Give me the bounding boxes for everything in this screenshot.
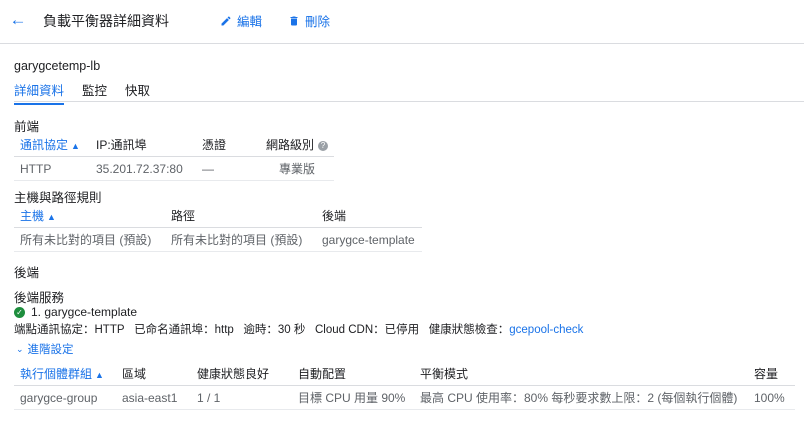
column-header-instance-group[interactable]: 執行個體群組 ▲ [14,363,116,386]
backend-services-title: 後端服務 [14,291,65,305]
chevron-down-icon: ⌄ [16,343,24,354]
sort-up-icon: ▲ [47,212,56,222]
meta-timeout: 逾時：30 秒 [243,324,306,336]
check-circle-icon: ✓ [14,306,25,318]
meta-cdn: Cloud CDN：已停用 [315,324,420,336]
delete-button[interactable]: 刪除 [288,11,330,30]
frontend-title: 前端 [14,120,40,134]
delete-label: 刪除 [305,15,331,29]
table-row: 所有未比對的項目 (預設) 所有未比對的項目 (預設) garygce-temp… [14,227,422,252]
cell-tier: 專業版 [260,156,335,181]
column-header-zone: 區域 [116,363,191,386]
cell-cert: — [196,156,260,181]
backend-service-name: 1. garygce-template [31,305,138,319]
cell-autoscale: 目標 CPU 用量 90% [292,385,414,410]
column-header-network-tier: 網路級別? [260,134,335,157]
cell-capacity: 100% [748,385,795,410]
column-header-host[interactable]: 主機 ▲ [14,205,165,228]
tabs-divider [14,101,804,102]
arrow-back-icon[interactable]: ← [8,10,28,30]
table-row: HTTP 35.201.72.37:80 — 專業版 [14,156,335,181]
cell-zone: asia-east1 [116,385,191,410]
edit-label: 編輯 [237,15,263,29]
rules-table: 主機 ▲ 路徑 後端 所有未比對的項目 (預設) 所有未比對的項目 (預設) ga… [14,205,422,252]
cell-protocol: HTTP [14,156,90,181]
page-title: 負載平衡器詳細資料 [43,13,169,29]
cell-path: 所有未比對的項目 (預設) [165,227,316,252]
meta-health-label: 健康狀態檢查： [428,324,510,336]
column-header-autoscale: 自動配置 [292,363,414,386]
cell-ip-port: 35.201.72.37:80 [90,156,196,181]
sort-up-icon: ▲ [71,141,80,151]
cell-healthy: 1 / 1 [191,385,292,410]
column-header-cert: 憑證 [196,134,260,157]
column-header-path: 路徑 [165,205,316,228]
rules-title: 主機與路徑規則 [14,191,102,205]
load-balancer-name: garygcetemp-lb [14,59,101,73]
column-header-protocol[interactable]: 通訊協定 ▲ [14,134,90,157]
edit-button[interactable]: 編輯 [220,11,262,30]
cell-instance-group: garygce-group [14,385,116,410]
health-check-link[interactable]: gcepool-check [509,324,583,336]
column-header-backend: 後端 [316,205,422,228]
column-header-healthy: 健康狀態良好 [191,363,292,386]
backend-service-item: ✓ 1. garygce-template [14,305,137,319]
help-icon[interactable]: ? [318,140,329,151]
advanced-settings-toggle[interactable]: ⌄ 進階設定 [16,341,74,357]
backend-title: 後端 [14,266,40,280]
backend-service-meta: 端點通訊協定：HTTP 已命名通訊埠：http 逾時：30 秒 Cloud CD… [14,321,583,337]
advanced-settings-label: 進階設定 [27,344,74,356]
column-header-ip-port: IP:通訊埠 [90,134,196,157]
meta-endpoint-protocol: 端點通訊協定：HTTP [14,324,125,336]
cell-backend: garygce-template [316,227,422,252]
app-header: ← 負載平衡器詳細資料 編輯 刪除 [0,0,804,44]
meta-named-port: 已命名通訊埠：http [134,324,234,336]
cell-balancing-mode: 最高 CPU 使用率：80% 每秒要求數上限：2 (每個執行個體) [414,385,748,410]
table-row: garygce-group asia-east1 1 / 1 目標 CPU 用量… [14,385,795,410]
column-header-capacity: 容量 [748,363,795,386]
frontend-table: 通訊協定 ▲ IP:通訊埠 憑證 網路級別? HTTP 35.201.72.37:… [14,134,335,181]
sort-up-icon: ▲ [95,370,104,380]
instance-group-table: 執行個體群組 ▲ 區域 健康狀態良好 自動配置 平衡模式 容量 garygce-g… [14,363,795,410]
cell-host: 所有未比對的項目 (預設) [14,227,165,252]
column-header-balancing-mode: 平衡模式 [414,363,748,386]
trash-icon [290,16,298,25]
pencil-icon [221,15,231,25]
